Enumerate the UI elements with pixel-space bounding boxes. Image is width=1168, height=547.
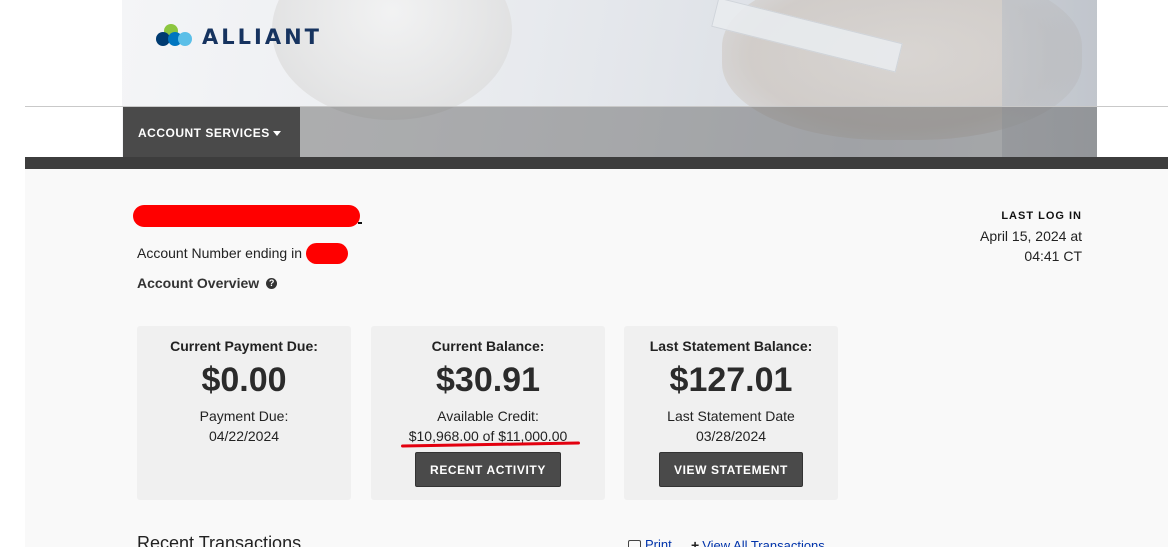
last-login-value: April 15, 2024 at 04:41 CT (972, 226, 1082, 266)
account-number-label: Account Number ending in (137, 245, 302, 261)
nav-bottom-bar (25, 157, 1168, 169)
page: ALLIANT ACCOUNT SERVICES Account Number … (0, 0, 1168, 547)
payment-due-date-label: Payment Due: (199, 408, 289, 424)
print-link[interactable]: Print (628, 537, 672, 547)
logo-mark-icon (156, 22, 196, 52)
view-all-transactions-link[interactable]: + View All Transactions (691, 537, 825, 547)
statement-date: 03/28/2024 (695, 428, 767, 444)
last-login-date: April 15, 2024 at (980, 228, 1082, 244)
alliant-logo[interactable]: ALLIANT (156, 22, 322, 52)
account-overview-label: Account Overview (137, 275, 260, 291)
hero-image-cup (272, 0, 512, 120)
caret-down-icon (272, 131, 281, 137)
statement-date-label: Last Statement Date (667, 408, 795, 424)
current-balance-title: Current Balance: (431, 338, 545, 354)
nav-bar (300, 107, 1097, 157)
recent-transactions-heading: Recent Transactions (137, 533, 302, 547)
last-statement-amount: $127.01 (669, 361, 793, 399)
print-link-label: Print (645, 537, 672, 547)
payment-due-card: Current Payment Due: $0.00 Payment Due: … (137, 326, 351, 500)
account-overview-heading: Account Overview ? (137, 275, 278, 291)
last-login-time: 04:41 CT (1024, 248, 1082, 264)
available-credit-label: Available Credit: (437, 408, 539, 424)
account-services-label: ACCOUNT SERVICES (138, 126, 270, 140)
account-number-redaction (306, 243, 348, 264)
view-all-transactions-label: View All Transactions (702, 537, 825, 547)
recent-activity-button[interactable]: RECENT ACTIVITY (415, 452, 561, 487)
account-services-menu[interactable]: ACCOUNT SERVICES (123, 107, 300, 157)
last-login-block: LAST LOG IN April 15, 2024 at 04:41 CT (972, 210, 1082, 266)
last-statement-card: Last Statement Balance: $127.01 Last Sta… (624, 326, 838, 500)
account-name-redaction (133, 205, 360, 227)
account-name-fragment (358, 222, 362, 224)
payment-due-title: Current Payment Due: (170, 338, 318, 354)
view-statement-button[interactable]: VIEW STATEMENT (659, 452, 803, 487)
last-statement-title: Last Statement Balance: (649, 338, 813, 354)
account-number-line: Account Number ending in (137, 245, 302, 261)
current-balance-amount: $30.91 (436, 361, 540, 399)
current-balance-card: Current Balance: $30.91 Available Credit… (371, 326, 605, 500)
question-circle-icon[interactable]: ? (266, 277, 278, 289)
printer-icon (628, 539, 641, 547)
payment-due-amount: $0.00 (201, 361, 287, 399)
logo-text: ALLIANT (202, 25, 322, 49)
last-login-label: LAST LOG IN (1001, 210, 1082, 222)
plus-icon: + (691, 537, 700, 547)
payment-due-date: 04/22/2024 (208, 428, 280, 444)
